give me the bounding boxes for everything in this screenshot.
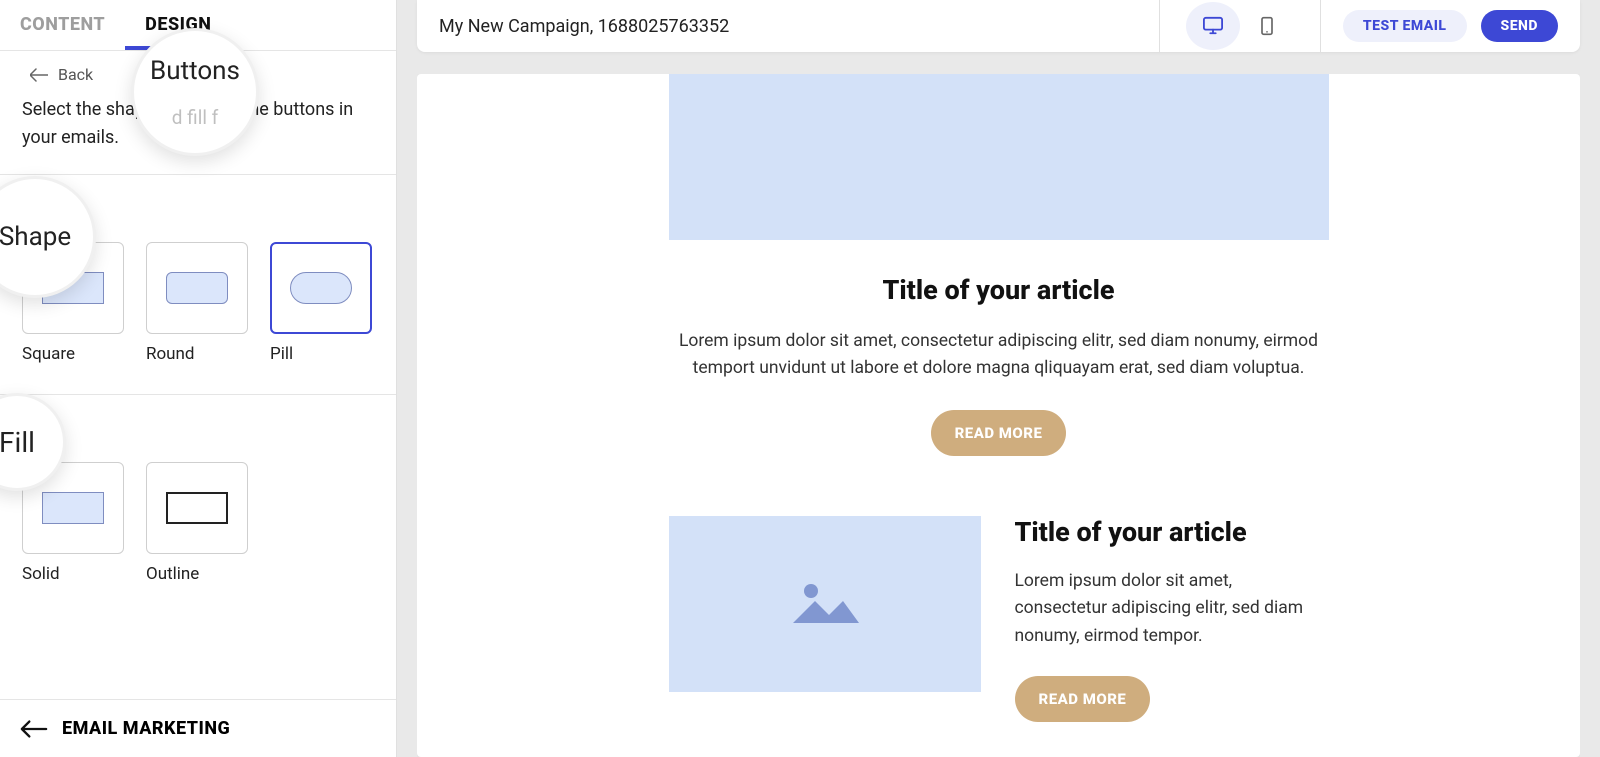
- arrow-left-icon: [20, 719, 48, 739]
- help-text: Select the shape and fill for the button…: [0, 92, 396, 174]
- sidebar: CONTENT DESIGN Back Select the shape and…: [0, 0, 397, 757]
- send-button[interactable]: SEND: [1481, 10, 1558, 42]
- fill-option-solid-label: Solid: [22, 564, 124, 584]
- section-fill-title: Fill: [22, 423, 374, 448]
- shape-option-square-label: Square: [22, 344, 124, 364]
- article-2-title[interactable]: Title of your article: [1015, 516, 1329, 548]
- device-desktop-button[interactable]: [1186, 2, 1240, 50]
- main: My New Campaign, 1688025763352 TEST EMAI…: [397, 0, 1600, 757]
- image-placeholder[interactable]: [669, 516, 981, 692]
- sidebar-footer[interactable]: EMAIL MARKETING: [0, 699, 396, 757]
- device-mobile-button[interactable]: [1240, 2, 1294, 50]
- article-1-title[interactable]: Title of your article: [679, 274, 1319, 306]
- image-icon: [789, 577, 861, 631]
- article-2-cta[interactable]: READ MORE: [1015, 676, 1151, 722]
- section-shape: Shape Square Round Pill: [0, 174, 396, 394]
- tab-design[interactable]: DESIGN: [125, 0, 231, 50]
- preview-canvas: Title of your article Lorem ipsum dolor …: [417, 74, 1580, 757]
- article-1-cta[interactable]: READ MORE: [931, 410, 1067, 456]
- shape-option-pill[interactable]: Pill: [270, 242, 372, 364]
- shape-option-round[interactable]: Round: [146, 242, 248, 364]
- desktop-icon: [1202, 16, 1224, 36]
- article-block-1: Title of your article Lorem ipsum dolor …: [669, 240, 1329, 516]
- fill-option-outline-label: Outline: [146, 564, 248, 584]
- arrow-left-icon: [30, 68, 48, 82]
- fill-option-solid[interactable]: Solid: [22, 462, 124, 584]
- test-email-button[interactable]: TEST EMAIL: [1343, 10, 1467, 42]
- back-label: Back: [58, 65, 93, 84]
- article-2-body[interactable]: Lorem ipsum dolor sit amet, consectetur …: [1015, 568, 1329, 649]
- topbar: My New Campaign, 1688025763352 TEST EMAI…: [417, 0, 1580, 52]
- back-button[interactable]: Back: [0, 51, 396, 92]
- shape-option-square[interactable]: Square: [22, 242, 124, 364]
- article-1-body[interactable]: Lorem ipsum dolor sit amet, consectetur …: [679, 328, 1319, 382]
- email-frame: Title of your article Lorem ipsum dolor …: [417, 74, 1580, 757]
- article-block-2: Title of your article Lorem ipsum dolor …: [669, 516, 1329, 751]
- section-fill: Fill Solid Outline: [0, 394, 396, 614]
- sidebar-tabs: CONTENT DESIGN: [0, 0, 396, 51]
- shape-option-pill-label: Pill: [270, 344, 372, 364]
- campaign-name[interactable]: My New Campaign, 1688025763352: [439, 16, 1159, 37]
- image-placeholder[interactable]: [669, 74, 1329, 240]
- section-shape-title: Shape: [22, 203, 374, 228]
- device-toggle: [1159, 0, 1321, 52]
- fill-option-outline[interactable]: Outline: [146, 462, 248, 584]
- mobile-icon: [1256, 16, 1278, 36]
- tab-content[interactable]: CONTENT: [0, 0, 125, 50]
- shape-option-round-label: Round: [146, 344, 248, 364]
- sidebar-footer-label: EMAIL MARKETING: [62, 718, 230, 739]
